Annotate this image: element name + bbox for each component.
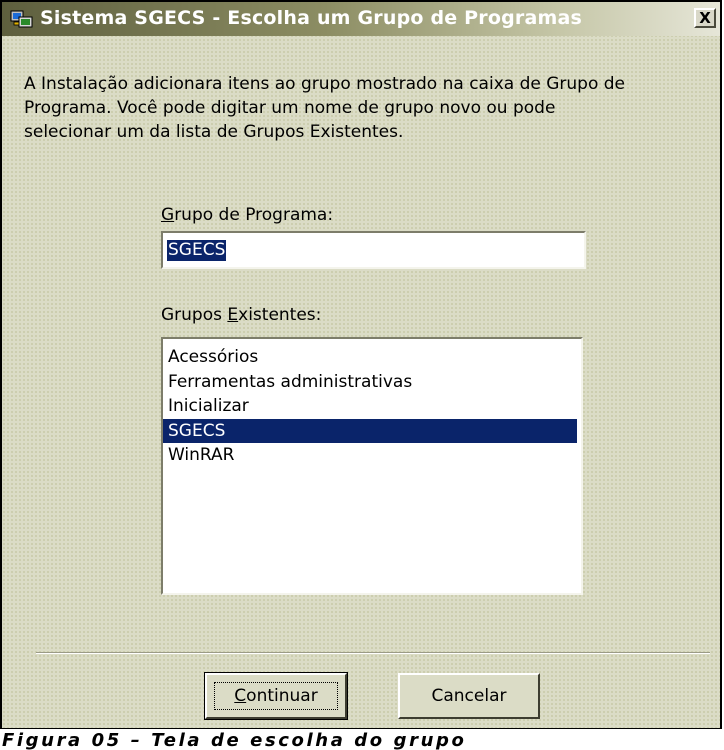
focus-rectangle: [214, 682, 338, 710]
existing-groups-accel: E: [227, 305, 239, 325]
continue-button[interactable]: Continuar: [204, 672, 348, 720]
cancel-button[interactable]: Cancelar: [398, 673, 540, 719]
existing-groups-label: Grupos Existentes:: [161, 305, 321, 325]
list-item-winrar[interactable]: WinRAR: [163, 443, 581, 468]
close-button[interactable]: X: [694, 8, 716, 28]
setup-app-icon: [10, 9, 34, 29]
close-icon: X: [699, 9, 711, 27]
existing-groups-label-pre: Grupos: [161, 305, 228, 325]
title-bar[interactable]: Sistema SGECS - Escolha um Grupo de Prog…: [2, 2, 720, 36]
program-group-accel: G: [161, 205, 175, 225]
existing-groups-label-post: xistentes:: [238, 305, 322, 325]
figure-caption: Figura 05 – Tela de escolha do grupo: [0, 729, 724, 750]
divider: [36, 652, 710, 654]
list-item-inicializar[interactable]: Inicializar: [163, 394, 581, 419]
list-item-acessorios[interactable]: Acessórios: [163, 345, 581, 370]
window-title: Sistema SGECS - Escolha um Grupo de Prog…: [40, 7, 583, 29]
program-group-label-text: rupo de Programa:: [174, 205, 334, 225]
dialog-window: Sistema SGECS - Escolha um Grupo de Prog…: [0, 0, 722, 730]
program-group-label: Grupo de Programa:: [161, 205, 333, 225]
list-item-sgecs[interactable]: SGECS: [163, 418, 577, 443]
list-item-ferramentas-administrativas[interactable]: Ferramentas administrativas: [163, 370, 581, 395]
program-group-input[interactable]: SGECS: [161, 231, 586, 269]
intro-text: A Instalação adicionara itens ao grupo m…: [24, 74, 626, 142]
program-group-value: SGECS: [167, 240, 227, 261]
existing-groups-list[interactable]: Acessórios Ferramentas administrativas I…: [161, 337, 583, 595]
